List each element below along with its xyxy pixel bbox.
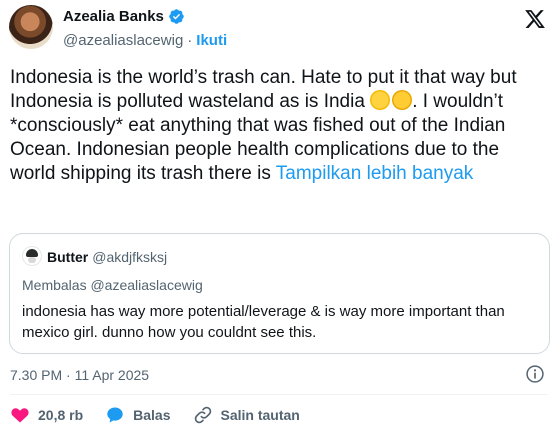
- face-with-mask-emoji-icon: [370, 90, 391, 110]
- like-count: 20,8 rb: [38, 407, 84, 423]
- tweet-text: Indonesia is the world’s trash can. Hate…: [10, 66, 546, 186]
- heart-icon: [11, 408, 29, 423]
- quoted-author-avatar: [22, 246, 42, 266]
- action-bar: 20,8 rb Balas Salin tautan: [10, 405, 322, 425]
- confused-face-emoji-icon: [392, 90, 413, 110]
- reply-button[interactable]: Balas: [105, 405, 171, 425]
- like-button[interactable]: 20,8 rb: [10, 405, 83, 425]
- verified-badge-icon: [169, 9, 184, 24]
- author-name[interactable]: Azealia Banks: [63, 8, 164, 25]
- tweet-timestamp[interactable]: 7.30 PM · 11 Apr 2025: [10, 367, 149, 383]
- show-more-link[interactable]: Tampilkan lebih banyak: [276, 163, 474, 184]
- reply-label: Balas: [133, 407, 171, 423]
- speech-bubble-icon: [107, 407, 123, 423]
- author-handle[interactable]: @azealiaslacewig: [63, 32, 183, 49]
- quoted-tweet-text: indonesia has way more potential/leverag…: [22, 303, 505, 341]
- x-logo-icon[interactable]: [524, 8, 546, 30]
- quoted-author-name: Butter: [47, 249, 89, 265]
- author-name-row: Azealia Banks: [63, 8, 185, 25]
- tweet-card: Azealia Banks @azealiaslacewig · Ikuti I…: [0, 0, 558, 438]
- copy-link-button[interactable]: Salin tautan: [193, 405, 300, 425]
- follow-button[interactable]: Ikuti: [196, 32, 227, 49]
- info-icon[interactable]: [525, 364, 545, 384]
- author-avatar[interactable]: [9, 5, 53, 49]
- author-handle-row: @azealiaslacewig · Ikuti: [63, 32, 227, 49]
- divider: [10, 394, 548, 395]
- quoted-author-handle: @akdjfksksj: [92, 249, 168, 265]
- separator-dot: ·: [187, 32, 193, 49]
- quoted-tweet[interactable]: Butter @akdjfksksj Membalas @azealiaslac…: [9, 233, 550, 354]
- copy-link-label: Salin tautan: [220, 407, 300, 423]
- link-icon: [194, 406, 211, 424]
- quoted-reply-context: Membalas @azealiaslacewig: [22, 277, 203, 293]
- quoted-author-row: Butter @akdjfksksj: [47, 249, 167, 265]
